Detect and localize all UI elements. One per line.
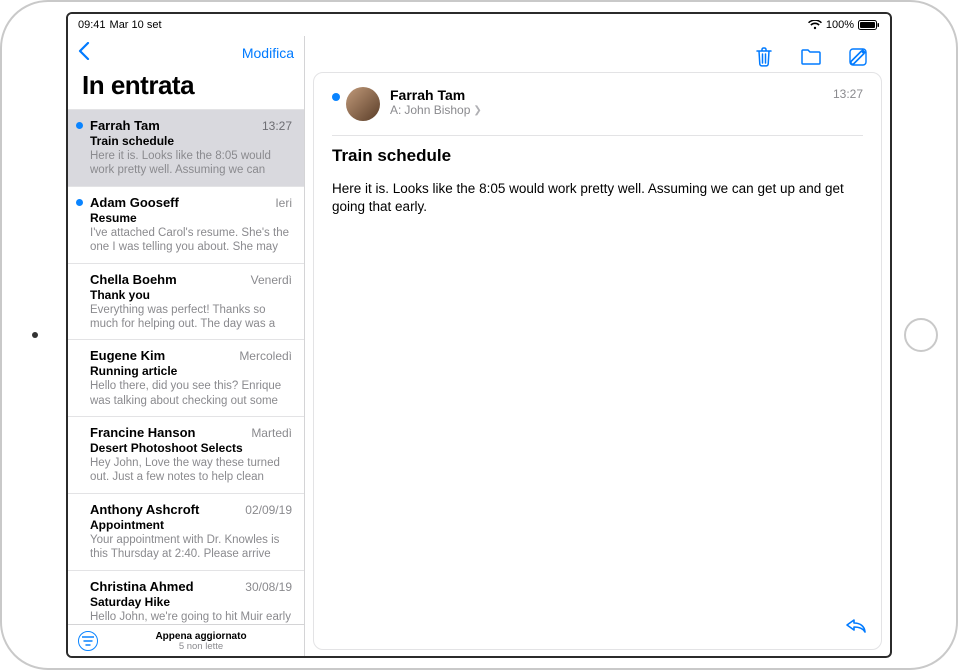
back-button[interactable] [78, 42, 90, 64]
message-sender[interactable]: Farrah Tam [390, 87, 823, 103]
home-button[interactable] [904, 318, 938, 352]
detail-toolbar [313, 42, 882, 72]
mailbox-title: In entrata [68, 70, 304, 109]
mail-item-sender: Anthony Ashcroft [90, 502, 199, 517]
ipad-frame: 09:41 Mar 10 set 100% [0, 0, 958, 670]
mail-item-sender: Farrah Tam [90, 118, 160, 133]
battery-percent: 100% [826, 19, 854, 31]
sidebar-footer: Appena aggiornato 5 non lette [68, 624, 304, 656]
sidebar-header: Modifica [68, 36, 304, 70]
edit-button[interactable]: Modifica [242, 45, 294, 61]
filter-button[interactable] [78, 631, 98, 651]
avatar[interactable] [346, 87, 380, 121]
mail-item-preview: I've attached Carol's resume. She's the … [90, 226, 292, 255]
mail-item-subject: Running article [90, 364, 292, 378]
mail-item-preview: Hello John, we're going to hit Muir earl… [90, 610, 292, 624]
mail-item-date: 30/08/19 [245, 580, 292, 594]
message-recipient-row[interactable]: A: John Bishop ❯ [390, 103, 823, 117]
mail-item[interactable]: Chella Boehm VenerdìThank youEverything w… [68, 264, 304, 341]
mail-item-preview: Everything was perfect! Thanks so much f… [90, 303, 292, 332]
mail-app: Modifica In entrata Farrah Tam13:27Train… [68, 36, 890, 656]
mail-item-sender: Christina Ahmed [90, 579, 194, 594]
mail-list[interactable]: Farrah Tam 13:27Train scheduleHere it is.… [68, 109, 304, 624]
status-bar: 09:41 Mar 10 set 100% [68, 14, 890, 36]
chevron-right-icon: ❯ [473, 105, 481, 116]
mail-item[interactable]: Anthony Ashcroft 02/09/19AppointmentYour … [68, 494, 304, 571]
battery-icon [858, 20, 880, 30]
unread-dot-icon [76, 199, 83, 206]
compose-button[interactable] [848, 47, 868, 67]
mail-item-date: Ieri [275, 196, 292, 210]
divider [332, 135, 863, 136]
mailbox-sidebar: Modifica In entrata Farrah Tam 13:27Train… [68, 36, 305, 656]
wifi-icon [808, 20, 822, 30]
mail-item-subject: Saturday Hike [90, 595, 292, 609]
mail-item-preview: Hey John, Love the way these turned out.… [90, 456, 292, 485]
mail-item-subject: Desert Photoshoot Selects [90, 441, 292, 455]
mail-item-date: 02/09/19 [245, 503, 292, 517]
statusbar-date: Mar 10 set [110, 19, 162, 31]
to-name: John Bishop [404, 103, 470, 117]
statusbar-time: 09:41 [78, 19, 106, 31]
reply-button[interactable] [845, 616, 867, 639]
mail-item-preview: Here it is. Looks like the 8:05 would wo… [90, 149, 292, 178]
to-label: A: [390, 103, 401, 117]
screen: 09:41 Mar 10 set 100% [66, 12, 892, 658]
delete-button[interactable] [754, 46, 774, 68]
mail-item-sender: Eugene Kim [90, 348, 165, 363]
move-folder-button[interactable] [800, 48, 822, 66]
mail-item[interactable]: Francine Hanson MartedìDesert Photoshoot … [68, 417, 304, 494]
mail-item-subject: Resume [90, 211, 292, 225]
unread-dot-icon [76, 122, 83, 129]
camera-dot [32, 332, 38, 338]
mail-item-date: Venerdì [251, 273, 292, 287]
mail-item-date: 13:27 [262, 119, 292, 133]
unread-dot-icon [332, 93, 340, 101]
mail-item-subject: Thank you [90, 288, 292, 302]
message-header: Farrah Tam A: John Bishop ❯ 13:27 [332, 87, 863, 121]
mail-item-subject: Appointment [90, 518, 292, 532]
mail-item[interactable]: Adam Gooseff IeriResumeI've attached Caro… [68, 187, 304, 264]
mail-item[interactable]: Farrah Tam 13:27Train scheduleHere it is.… [68, 110, 304, 187]
message-body: Here it is. Looks like the 8:05 would wo… [332, 180, 863, 216]
message-pane: Farrah Tam A: John Bishop ❯ 13:27 Train … [305, 36, 890, 656]
mail-item-sender: Chella Boehm [90, 272, 177, 287]
mail-item-subject: Train schedule [90, 134, 292, 148]
mail-item-sender: Francine Hanson [90, 425, 195, 440]
mail-item-date: Martedì [251, 426, 292, 440]
footer-status: Appena aggiornato [108, 631, 294, 642]
mail-item[interactable]: Eugene Kim MercoledìRunning articleHello … [68, 340, 304, 417]
mail-item-sender: Adam Gooseff [90, 195, 179, 210]
message-subject: Train schedule [332, 146, 863, 166]
mail-item-date: Mercoledì [239, 349, 292, 363]
message-card: Farrah Tam A: John Bishop ❯ 13:27 Train … [313, 72, 882, 650]
mail-item[interactable]: Christina Ahmed 30/08/19Saturday HikeHell… [68, 571, 304, 624]
footer-unread-count: 5 non lette [108, 642, 294, 652]
mail-item-preview: Your appointment with Dr. Knowles is thi… [90, 533, 292, 562]
mail-item-preview: Hello there, did you see this? Enrique w… [90, 379, 292, 408]
message-time: 13:27 [833, 87, 863, 101]
